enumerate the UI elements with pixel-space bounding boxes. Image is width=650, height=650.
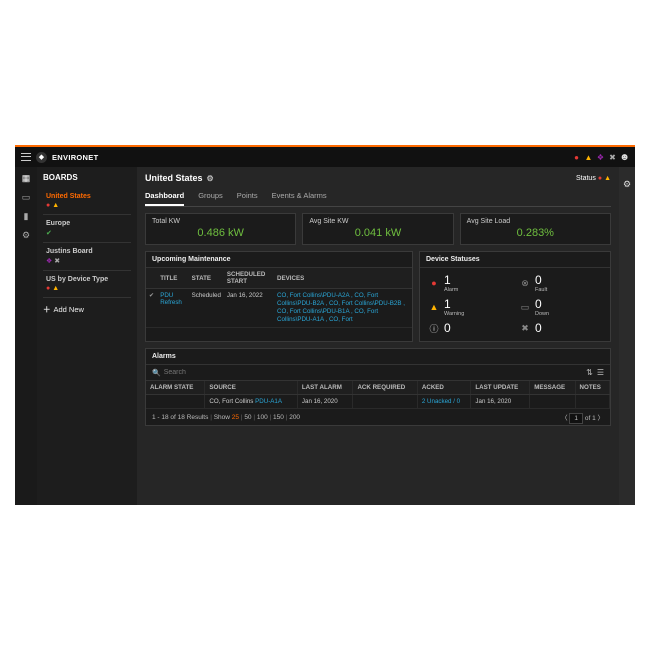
nav-rail: ▦ ▭ ▮ ⚙ (15, 167, 37, 505)
info-icon: ⓘ (428, 322, 440, 334)
filter-icon[interactable]: ⇅ (586, 368, 593, 377)
status-alarm[interactable]: ● 1Alarm (428, 273, 511, 293)
search-icon: 🔍 (152, 369, 161, 377)
gear-icon[interactable]: ⚙ (207, 174, 214, 183)
status-down[interactable]: ▭ 0Down (519, 297, 602, 317)
col-message[interactable]: MESSAGE (530, 381, 575, 395)
alarm-icon[interactable]: ● (572, 153, 581, 162)
warning-icon: ▲ (52, 285, 59, 292)
fault-icon: ⊗ (519, 277, 531, 289)
logo-icon: ◆ (36, 152, 47, 163)
page-size-25[interactable]: 25 (232, 414, 239, 421)
page-size-100[interactable]: 100 (257, 414, 268, 421)
col-devices[interactable]: DEVICES (274, 268, 412, 289)
col-notes[interactable]: NOTES (575, 381, 609, 395)
ok-icon: ✔ (46, 229, 52, 237)
rail-devices-icon[interactable]: ▮ (24, 211, 29, 222)
topbar: ◆ ENVIRONET ● ▲ ❖ ✖ ☻ (15, 147, 635, 167)
tab-events[interactable]: Events & Alarms (272, 191, 327, 206)
page-title: United States ⚙ (145, 173, 214, 183)
device-statuses-panel: Device Statuses ● 1Alarm ⊗ 0Fault (419, 251, 611, 342)
brand-name: ENVIRONET (52, 153, 98, 162)
status-warning[interactable]: ▲ 1Warning (428, 297, 511, 317)
page-nav: 〈 1 of 1 〉 (561, 412, 604, 422)
kpi-total-kw: Total KW 0.486 kW (145, 213, 296, 245)
alarm-icon: ● (428, 277, 440, 289)
add-new-button[interactable]: ＋ Add New (43, 304, 131, 315)
table-row[interactable]: CO, Fort Collins PDU-A1A Jan 16, 2020 2 … (146, 395, 610, 409)
col-last-update[interactable]: LAST UPDATE (471, 381, 530, 395)
menu-icon[interactable] (21, 152, 31, 162)
down-icon: ▭ (519, 301, 531, 313)
page-size-200[interactable]: 200 (289, 414, 300, 421)
table-row[interactable]: ✔ PDU Refresh Scheduled Jan 16, 2022 CO,… (146, 289, 412, 328)
kpi-avg-site-kw: Avg Site KW 0.041 kW (302, 213, 453, 245)
status-fault[interactable]: ⊗ 0Fault (519, 273, 602, 293)
sidebar-item-justins[interactable]: Justins Board ❖✖ (43, 243, 131, 271)
sidebar-item-us[interactable]: United States ●▲ (43, 188, 131, 215)
prev-page-icon[interactable]: 〈 (561, 415, 568, 422)
rail-settings-icon[interactable]: ⚙ (22, 230, 30, 241)
warning-icon: ▲ (428, 301, 440, 313)
warning-icon: ▲ (604, 175, 611, 182)
col-title[interactable]: TITLE (157, 268, 188, 289)
warning-icon[interactable]: ▲ (584, 153, 593, 162)
upcoming-maintenance-panel: Upcoming Maintenance TITLE STATE SCHEDUL… (145, 251, 413, 342)
columns-icon[interactable]: ☰ (597, 368, 604, 377)
col-acked[interactable]: ACKED (417, 381, 471, 395)
tab-groups[interactable]: Groups (198, 191, 223, 206)
alarm-icon: ● (598, 175, 602, 182)
status-info[interactable]: ⓘ 0 (428, 321, 511, 335)
page-status: Status ● ▲ (576, 175, 611, 182)
col-last-alarm[interactable]: LAST ALARM (297, 381, 353, 395)
maintenance-icon: ✖ (519, 322, 531, 334)
col-source[interactable]: SOURCE (205, 381, 298, 395)
sidebar-item-usbydevice[interactable]: US by Device Type ●▲ (43, 271, 131, 298)
next-page-icon[interactable]: 〉 (598, 415, 605, 422)
col-start[interactable]: SCHEDULED START (224, 268, 274, 289)
col-ack-req[interactable]: ACK REQUIRED (353, 381, 417, 395)
alarm-icon: ● (46, 285, 50, 292)
rail-boards-icon[interactable]: ▦ (22, 173, 31, 184)
alarm-icon: ● (46, 202, 50, 209)
kpi-avg-site-load: Avg Site Load 0.283% (460, 213, 611, 245)
gear-icon[interactable]: ⚙ (623, 179, 631, 190)
col-alarm-state[interactable]: ALARM STATE (146, 381, 205, 395)
page-size-150[interactable]: 150 (273, 414, 284, 421)
page-size-50[interactable]: 50 (244, 414, 251, 421)
link-icon[interactable]: ❖ (596, 153, 605, 162)
status-maint[interactable]: ✖ 0 (519, 321, 602, 335)
search-input[interactable]: 🔍 (152, 369, 224, 377)
warning-icon: ▲ (52, 202, 59, 209)
sidebar-title: BOARDS (43, 173, 131, 182)
topbar-status-icons: ● ▲ ❖ ✖ ☻ (572, 153, 629, 162)
rail-groups-icon[interactable]: ▭ (22, 192, 31, 203)
tab-dashboard[interactable]: Dashboard (145, 191, 184, 206)
check-icon: ✔ (146, 289, 157, 328)
pager: 1 - 18 of 18 Results | Show 25 | 50 | 10… (146, 409, 610, 425)
alarms-panel: Alarms 🔍 ⇅ ☰ ALARM STATE (145, 348, 611, 426)
tools-icon: ✖ (54, 257, 60, 265)
user-icon[interactable]: ☻ (620, 153, 629, 162)
tabs: Dashboard Groups Points Events & Alarms (145, 191, 611, 207)
app-window: ◆ ENVIRONET ● ▲ ❖ ✖ ☻ ▦ ▭ ▮ ⚙ BOARDS Uni… (15, 145, 635, 505)
sidebar: BOARDS United States ●▲ Europe ✔ Justins… (37, 167, 137, 505)
sidebar-item-europe[interactable]: Europe ✔ (43, 215, 131, 243)
right-rail: ⚙ (619, 167, 635, 505)
tab-points[interactable]: Points (237, 191, 258, 206)
link-icon: ❖ (46, 257, 52, 265)
tools-icon[interactable]: ✖ (608, 153, 617, 162)
plus-icon: ＋ (43, 304, 51, 315)
col-state[interactable]: STATE (189, 268, 224, 289)
